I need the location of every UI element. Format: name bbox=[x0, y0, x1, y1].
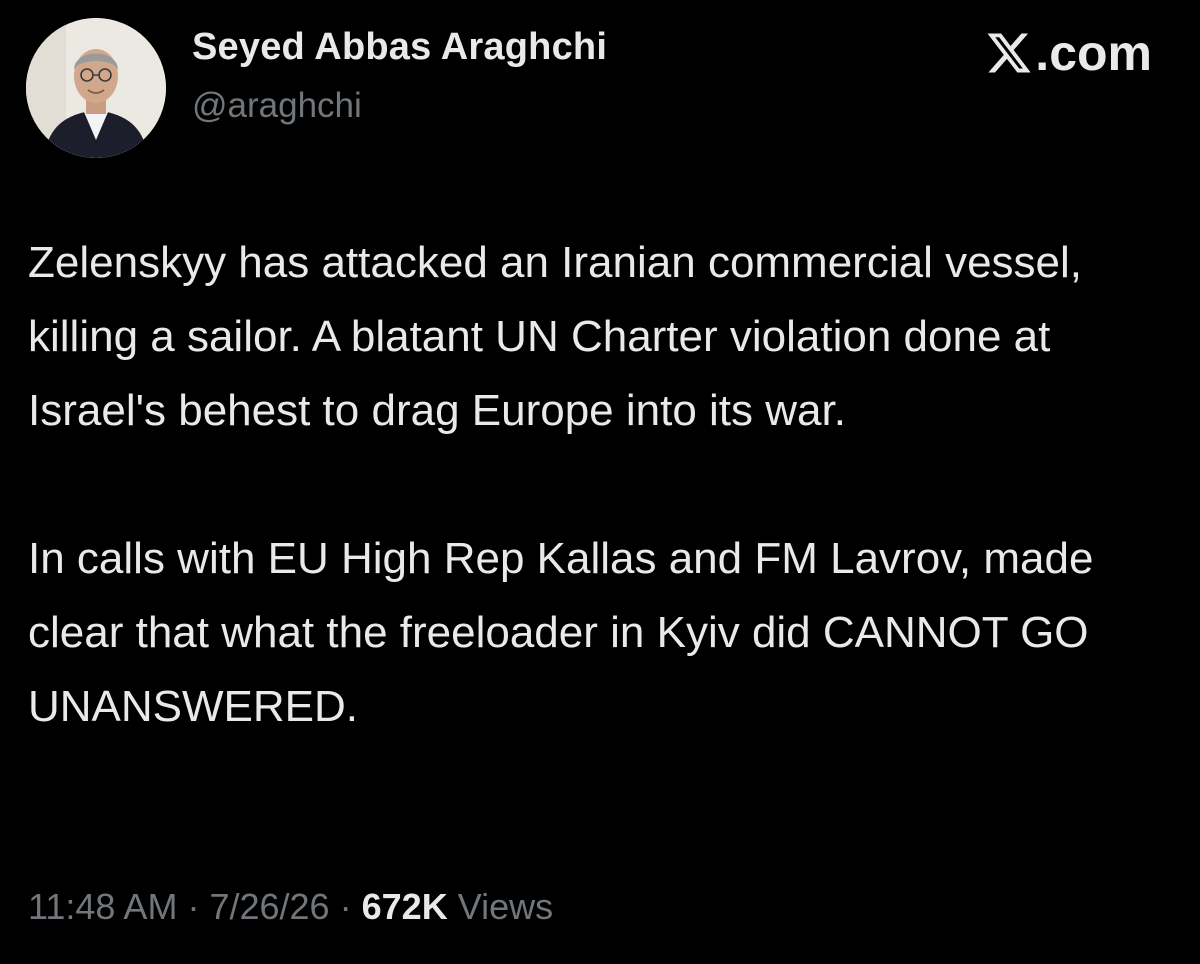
tweet-date[interactable]: 7/26/26 bbox=[209, 886, 329, 927]
brand-label: .com bbox=[1035, 25, 1152, 81]
avatar-portrait bbox=[26, 18, 166, 158]
tweet-meta: 11:48 AM · 7/26/26 · 672K Views bbox=[28, 886, 553, 928]
author-handle[interactable]: @araghchi bbox=[192, 86, 362, 126]
x-logo-icon bbox=[985, 29, 1033, 77]
tweet-body: Zelenskyy has attacked an Iranian commer… bbox=[28, 226, 1178, 744]
author-display-name[interactable]: Seyed Abbas Araghchi bbox=[192, 26, 607, 69]
tweet-card: Seyed Abbas Araghchi @araghchi .com Zele… bbox=[0, 0, 1200, 964]
brand-watermark: .com bbox=[985, 24, 1152, 82]
meta-separator: · bbox=[339, 886, 352, 927]
meta-separator: · bbox=[187, 886, 200, 927]
tweet-time[interactable]: 11:48 AM bbox=[28, 886, 177, 927]
tweet-paragraph: Zelenskyy has attacked an Iranian commer… bbox=[28, 238, 1083, 435]
views-label: Views bbox=[457, 886, 554, 927]
avatar[interactable] bbox=[26, 18, 166, 158]
views-count[interactable]: 672K bbox=[362, 886, 448, 927]
tweet-paragraph: In calls with EU High Rep Kallas and FM … bbox=[28, 534, 1094, 731]
